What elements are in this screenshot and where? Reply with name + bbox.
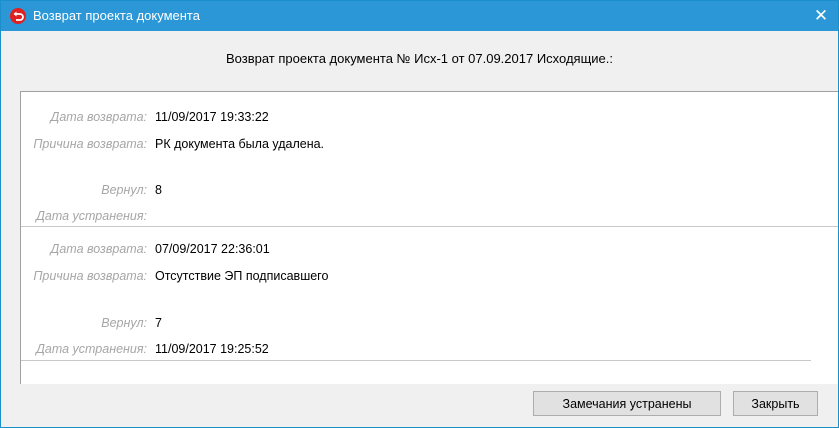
reason-label: Причина возврата: [33,137,147,151]
returned-by-label: Вернул: [101,183,147,197]
return-date-label: Дата возврата: [50,242,147,256]
returns-list[interactable]: Дата возврата: 11/09/2017 19:33:22 Причи… [20,91,838,384]
window-title: Возврат проекта документа [33,8,200,23]
return-date-value: 11/09/2017 19:33:22 [155,110,269,124]
fix-date-value: 11/09/2017 19:25:52 [155,342,269,356]
returned-by-value: 7 [155,316,162,330]
return-arrow-icon [10,8,26,24]
return-record: Дата возврата: 11/09/2017 19:33:22 Причи… [21,92,838,226]
reason-label: Причина возврата: [33,269,147,283]
returned-by-value: 8 [155,183,162,197]
return-date-value: 07/09/2017 22:36:01 [155,242,270,256]
divider [21,360,811,361]
dialog-header: Возврат проекта документа № Исх-1 от 07.… [225,51,613,66]
reason-value: РК документа была удалена. [155,137,325,151]
issues-fixed-button[interactable]: Замечания устранены [533,391,721,416]
close-icon[interactable]: ✕ [804,1,838,31]
returned-by-label: Вернул: [101,316,147,330]
close-button[interactable]: Закрыть [733,391,818,416]
dialog-window: Возврат проекта документа ✕ Возврат прое… [0,0,839,428]
return-record: Дата возврата: 07/09/2017 22:36:01 Причи… [21,226,838,361]
fix-date-label: Дата устранения: [36,342,147,356]
fix-date-label: Дата устранения: [36,209,147,223]
return-date-label: Дата возврата: [50,110,147,124]
reason-value: Отсутствие ЭП подписавшего [155,269,329,283]
title-bar[interactable]: Возврат проекта документа ✕ [1,1,838,31]
